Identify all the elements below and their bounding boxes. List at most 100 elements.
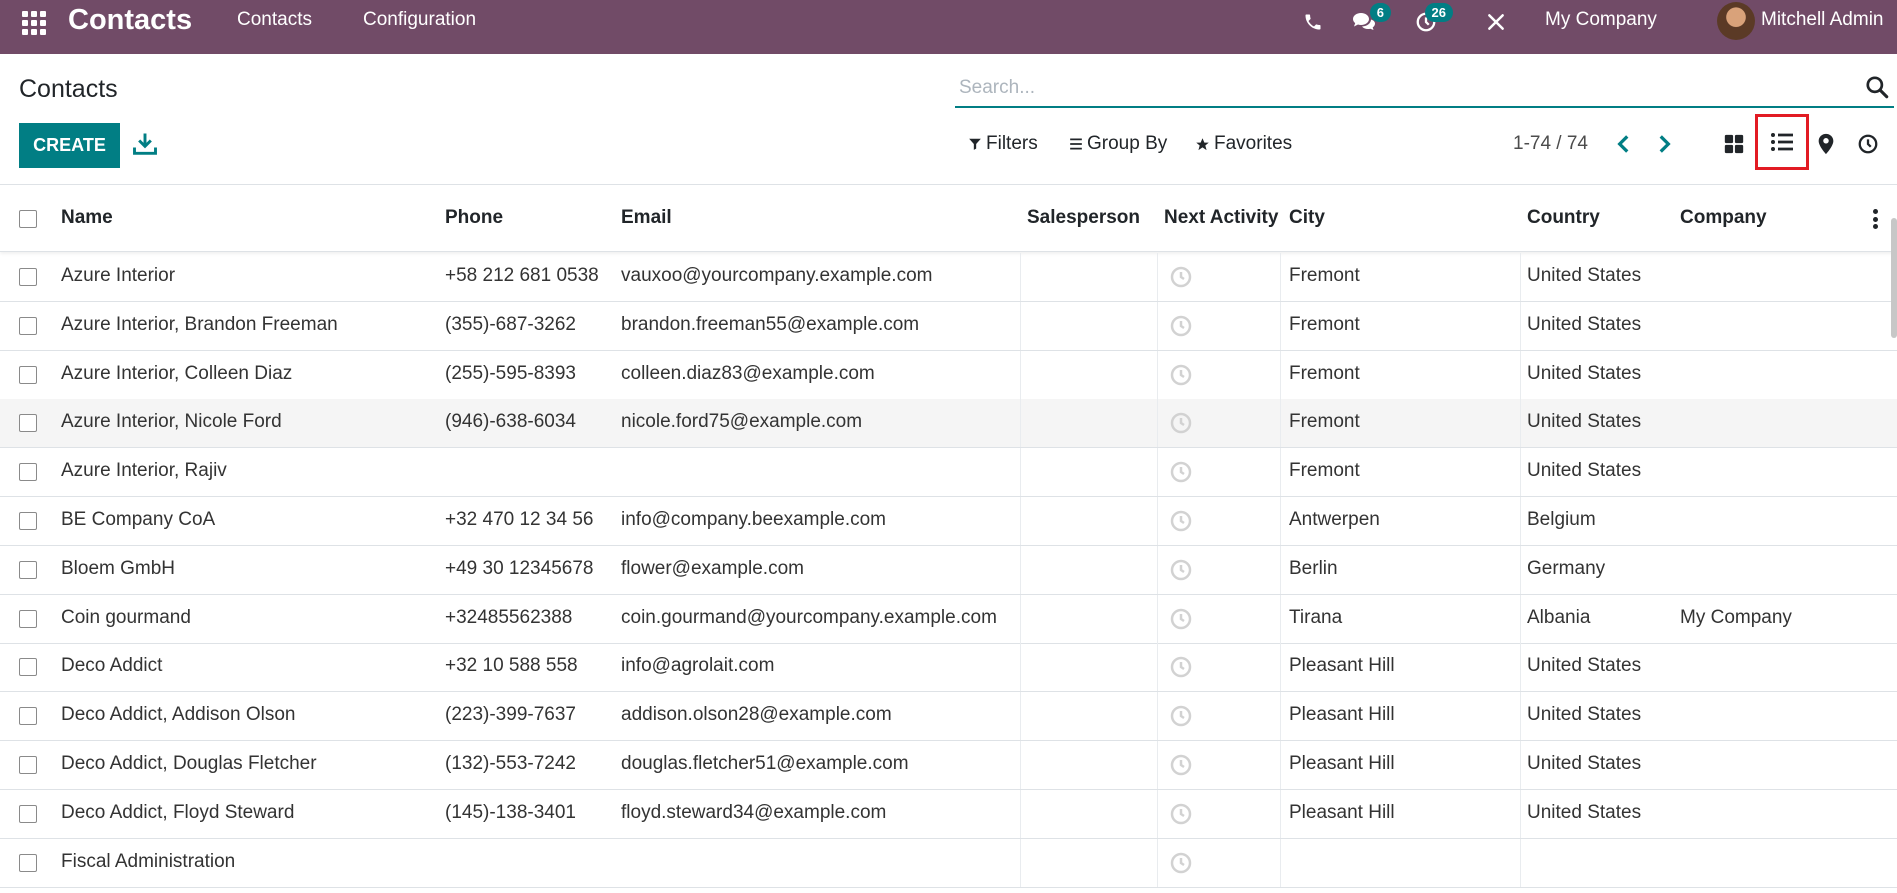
table-row[interactable]: Deco Addict, Floyd Steward (145)-138-3401… (0, 789, 1897, 839)
activity-clock-icon[interactable] (1169, 704, 1193, 728)
pager-value[interactable]: 1-74 / 74 (1513, 133, 1588, 155)
row-checkbox[interactable] (19, 609, 37, 628)
row-checkbox[interactable] (19, 756, 37, 774)
cell-email[interactable]: floyd.steward34@example.com (621, 802, 886, 824)
table-row[interactable]: Deco Addict, Addison Olson (223)-399-7637… (0, 692, 1897, 742)
row-checkbox[interactable] (19, 268, 37, 286)
menu-configuration[interactable]: Configuration (363, 9, 476, 31)
group-by-button[interactable]: Group By (1069, 133, 1167, 155)
search-input[interactable] (959, 74, 1809, 102)
row-checkbox[interactable] (19, 414, 37, 433)
activities-icon[interactable]: 26 (1412, 3, 1453, 36)
activity-clock-icon[interactable] (1169, 558, 1193, 582)
column-header-salesperson[interactable]: Salesperson (1027, 207, 1140, 229)
phone-icon[interactable] (1299, 8, 1327, 36)
activity-clock-icon[interactable] (1169, 314, 1193, 338)
create-button[interactable]: CREATE (19, 123, 120, 168)
column-header-company[interactable]: Company (1680, 207, 1767, 229)
company-switcher[interactable]: My Company (1545, 9, 1657, 31)
cell-email[interactable]: brandon.freeman55@example.com (621, 314, 919, 336)
cell-phone[interactable]: +32485562388 (445, 607, 572, 629)
map-view-button[interactable] (1808, 126, 1844, 162)
activity-clock-icon[interactable] (1169, 802, 1193, 826)
user-menu[interactable]: Mitchell Admin (1761, 9, 1884, 31)
activity-clock-icon[interactable] (1169, 655, 1193, 679)
table-row[interactable]: Deco Addict +32 10 588 558 info@agrolait.c… (0, 643, 1897, 693)
cell-email[interactable]: colleen.diaz83@example.com (621, 363, 875, 385)
filters-button[interactable]: Filters (968, 133, 1038, 155)
table-row[interactable]: Azure Interior, Colleen Diaz (255)-595-83… (0, 350, 1897, 400)
cell-phone[interactable]: (223)-399-7637 (445, 704, 576, 726)
table-row[interactable]: Azure Interior, Rajiv Fremont United State… (0, 448, 1897, 498)
column-header-name[interactable]: Name (61, 207, 113, 229)
cell-email[interactable]: addison.olson28@example.com (621, 704, 892, 726)
app-title[interactable]: Contacts (68, 4, 192, 37)
row-checkbox[interactable] (19, 316, 37, 335)
select-all-checkbox[interactable] (19, 210, 37, 228)
cell-phone[interactable]: (255)-595-8393 (445, 363, 576, 385)
table-row[interactable]: Azure Interior, Brandon Freeman (355)-687… (0, 301, 1897, 351)
kanban-view-button[interactable] (1716, 126, 1752, 162)
cell-email[interactable]: info@agrolait.com (621, 655, 774, 677)
activity-clock-icon[interactable] (1169, 851, 1193, 875)
activity-clock-icon[interactable] (1169, 411, 1193, 435)
favorites-button[interactable]: Favorites (1195, 133, 1292, 155)
row-checkbox[interactable] (19, 560, 37, 579)
list-view-button[interactable] (1755, 114, 1809, 170)
row-checkbox[interactable] (19, 707, 37, 726)
debug-tools-icon[interactable] (1482, 8, 1510, 36)
row-checkbox[interactable] (19, 804, 37, 823)
messages-icon[interactable]: 6 (1350, 3, 1391, 36)
table-row[interactable]: Bloem GmbH +49 30 12345678 flower@example.… (0, 545, 1897, 595)
download-icon[interactable] (131, 130, 159, 158)
apps-menu-icon[interactable] (19, 8, 47, 36)
optional-columns-icon[interactable] (1873, 209, 1879, 229)
cell-phone[interactable]: +49 30 12345678 (445, 558, 593, 580)
cell-phone[interactable]: +32 10 588 558 (445, 655, 578, 677)
column-header-email[interactable]: Email (621, 207, 672, 229)
cell-city: Pleasant Hill (1289, 655, 1395, 677)
avatar[interactable] (1717, 2, 1755, 40)
cell-email[interactable]: douglas.fletcher51@example.com (621, 753, 909, 775)
table-row[interactable]: Azure Interior, Nicole Ford (946)-638-603… (0, 399, 1897, 449)
row-checkbox[interactable] (19, 463, 37, 482)
scrollbar[interactable] (1891, 218, 1897, 338)
cell-phone[interactable]: +32 470 12 34 56 (445, 509, 593, 531)
cell-phone[interactable]: (132)-553-7242 (445, 753, 576, 775)
cell-phone[interactable]: (355)-687-3262 (445, 314, 576, 336)
pager-previous-icon[interactable] (1611, 130, 1637, 158)
row-checkbox[interactable] (19, 658, 37, 677)
cell-country: United States (1527, 753, 1642, 774)
cell-phone[interactable]: +58 212 681 0538 (445, 265, 599, 287)
column-header-next-activity[interactable]: Next Activity (1164, 207, 1278, 229)
cell-email[interactable]: flower@example.com (621, 558, 804, 580)
activity-clock-icon[interactable] (1169, 509, 1193, 533)
column-header-phone[interactable]: Phone (445, 207, 503, 229)
activity-clock-icon[interactable] (1169, 753, 1193, 777)
row-checkbox[interactable] (19, 512, 37, 530)
activity-clock-icon[interactable] (1169, 460, 1193, 484)
column-divider (1280, 448, 1281, 497)
activity-clock-icon[interactable] (1169, 363, 1193, 387)
column-header-country[interactable]: Country (1527, 207, 1600, 229)
menu-contacts[interactable]: Contacts (237, 9, 312, 31)
table-row[interactable]: Fiscal Administration (0, 838, 1897, 888)
table-row[interactable]: BE Company CoA +32 470 12 34 56 info@compa… (0, 497, 1897, 546)
activity-clock-icon[interactable] (1169, 607, 1193, 631)
cell-phone[interactable]: (145)-138-3401 (445, 802, 576, 824)
cell-phone[interactable]: (946)-638-6034 (445, 411, 576, 433)
cell-email[interactable]: vauxoo@yourcompany.example.com (621, 265, 932, 287)
table-row[interactable]: Deco Addict, Douglas Fletcher (132)-553-7… (0, 741, 1897, 790)
table-row[interactable]: Azure Interior +58 212 681 0538 vauxoo@you… (0, 253, 1897, 302)
search-icon[interactable] (1864, 74, 1890, 100)
cell-email[interactable]: coin.gourmand@yourcompany.example.com (621, 607, 997, 629)
row-checkbox[interactable] (19, 853, 37, 872)
activity-view-button[interactable] (1850, 126, 1886, 162)
column-header-city[interactable]: City (1289, 207, 1325, 229)
table-row[interactable]: Coin gourmand +32485562388 coin.gourmand@y… (0, 594, 1897, 644)
cell-email[interactable]: info@company.beexample.com (621, 509, 886, 531)
activity-clock-icon[interactable] (1169, 265, 1193, 289)
cell-email[interactable]: nicole.ford75@example.com (621, 411, 862, 433)
pager-next-icon[interactable] (1651, 130, 1677, 158)
row-checkbox[interactable] (19, 365, 37, 384)
